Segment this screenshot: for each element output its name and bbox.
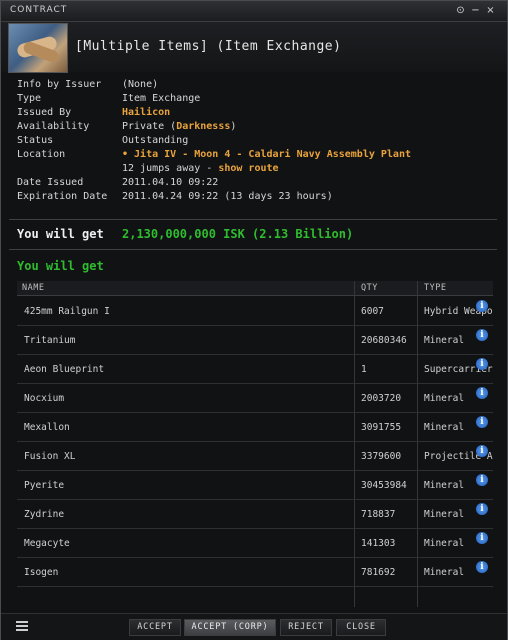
show-info-icon[interactable]: i: [476, 329, 488, 341]
isk-reward-label: You will get: [17, 227, 104, 241]
footer-bar: ACCEPT ACCEPT (CORP) REJECT CLOSE: [1, 613, 507, 640]
window-settings-icon[interactable]: ⊙: [455, 5, 466, 16]
location-link[interactable]: • Jita IV - Moon 4 - Caldari Navy Assemb…: [122, 149, 411, 160]
item-qty: 3091755: [361, 422, 402, 433]
info-label: Location: [17, 149, 66, 160]
show-info-icon[interactable]: i: [476, 503, 488, 515]
table-row[interactable]: Isogen 781692 Mineral i: [17, 557, 493, 587]
contract-window: CONTRACT ⊙ − × [Multiple Items] (Item Ex…: [0, 0, 508, 640]
item-qty: 2003720: [361, 393, 402, 404]
window-title: CONTRACT: [10, 5, 68, 15]
contract-header: [Multiple Items] (Item Exchange): [1, 22, 507, 73]
isk-reward-line: You will get 2,130,000,000 ISK (2.13 Bil…: [17, 227, 353, 241]
item-qty: 781692: [361, 567, 396, 578]
info-value: Outstanding: [122, 135, 189, 146]
table-row[interactable]: 425mm Railgun I 6007 Hybrid Weapon i: [17, 296, 493, 326]
item-name: Megacyte: [24, 538, 70, 549]
info-label: Issued By: [17, 107, 72, 118]
info-value: 2011.04.24 09:22 (13 days 23 hours): [122, 191, 333, 202]
table-row[interactable]: Fusion XL 3379600 Projectile Ammo i: [17, 441, 493, 471]
item-qty: 3379600: [361, 451, 402, 462]
show-info-icon[interactable]: i: [476, 561, 488, 573]
divider: [9, 219, 497, 220]
item-qty: 718837: [361, 509, 396, 520]
info-label: Info by Issuer: [17, 79, 102, 90]
show-route-link[interactable]: show route: [218, 163, 278, 174]
menu-icon[interactable]: [16, 621, 28, 633]
show-info-icon[interactable]: i: [476, 474, 488, 486]
show-info-icon[interactable]: i: [476, 532, 488, 544]
items-reward-label: You will get: [17, 259, 104, 273]
show-info-icon[interactable]: i: [476, 416, 488, 428]
jumps-text: 12 jumps away -: [122, 163, 219, 174]
availability-suffix: ): [230, 121, 237, 132]
item-name: 425mm Railgun I: [24, 306, 110, 317]
accept-corp-button[interactable]: ACCEPT (CORP): [184, 619, 276, 636]
items-table: NAME QTY TYPE 425mm Railgun I 6007 Hybri…: [17, 281, 493, 607]
table-header: NAME QTY TYPE: [17, 281, 493, 296]
info-label: Availability: [17, 121, 90, 132]
item-qty: 6007: [361, 306, 384, 317]
close-icon[interactable]: ×: [485, 5, 496, 16]
column-header-type[interactable]: TYPE: [424, 283, 446, 293]
table-row[interactable]: Aeon Blueprint 1 Supercarrier Blueprint …: [17, 354, 493, 384]
item-name: Tritanium: [24, 335, 76, 346]
handshake-icon: [8, 23, 68, 73]
item-name: Zydrine: [24, 509, 65, 520]
isk-reward-value: 2,130,000,000 ISK (2.13 Billion): [122, 227, 354, 241]
minimize-icon[interactable]: −: [470, 5, 481, 16]
column-header-name[interactable]: NAME: [22, 283, 44, 293]
contract-title: [Multiple Items] (Item Exchange): [75, 39, 342, 54]
info-label: Type: [17, 93, 42, 104]
availability-value: Private (Darknesss): [122, 121, 236, 132]
jumps-value: 12 jumps away - show route: [122, 163, 279, 174]
table-row[interactable]: Mexallon 3091755 Mineral i: [17, 412, 493, 442]
show-info-icon[interactable]: i: [476, 358, 488, 370]
info-value: (None): [122, 79, 159, 90]
table-row[interactable]: Tritanium 20680346 Mineral i: [17, 325, 493, 355]
divider: [9, 249, 497, 250]
table-row[interactable]: Zydrine 718837 Mineral i: [17, 499, 493, 529]
show-info-icon[interactable]: i: [476, 387, 488, 399]
item-name: Nocxium: [24, 393, 65, 404]
show-info-icon[interactable]: i: [476, 445, 488, 457]
issuer-link[interactable]: Hailicon: [122, 107, 170, 118]
reject-button[interactable]: REJECT: [280, 619, 332, 636]
table-row[interactable]: Megacyte 141303 Mineral i: [17, 528, 493, 558]
show-info-icon[interactable]: i: [476, 300, 488, 312]
info-value: Item Exchange: [122, 93, 201, 104]
info-label: Status: [17, 135, 54, 146]
item-name: Fusion XL: [24, 451, 76, 462]
table-row[interactable]: Pyerite 30453984 Mineral i: [17, 470, 493, 500]
column-header-qty[interactable]: QTY: [361, 283, 378, 293]
info-label: Date Issued: [17, 177, 84, 188]
availability-prefix: Private (: [122, 121, 177, 132]
item-name: Pyerite: [24, 480, 65, 491]
item-name: Mexallon: [24, 422, 70, 433]
title-bar[interactable]: CONTRACT ⊙ − ×: [1, 1, 507, 22]
item-qty: 1: [361, 364, 367, 375]
info-label: Expiration Date: [17, 191, 108, 202]
info-value: 2011.04.10 09:22: [122, 177, 219, 188]
item-qty: 30453984: [361, 480, 407, 491]
accept-button[interactable]: ACCEPT: [129, 619, 181, 636]
close-button[interactable]: CLOSE: [336, 619, 386, 636]
item-qty: 141303: [361, 538, 396, 549]
item-qty: 20680346: [361, 335, 407, 346]
item-name: Isogen: [24, 567, 59, 578]
item-name: Aeon Blueprint: [24, 364, 105, 375]
table-row[interactable]: Nocxium 2003720 Mineral i: [17, 383, 493, 413]
corp-link[interactable]: Darknesss: [176, 121, 230, 132]
